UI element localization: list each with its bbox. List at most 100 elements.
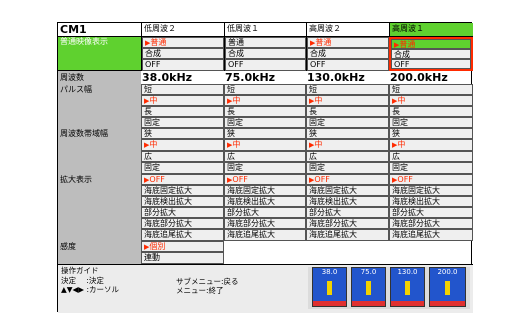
zoom-col4-partial[interactable]: 部分拡大 (389, 207, 473, 218)
zoom-col1-bottom-track[interactable]: 海底追尾拡大 (141, 229, 224, 241)
echo-fish-1 (327, 281, 332, 295)
bandwidth-col1-fixed[interactable]: 固定 (141, 162, 224, 174)
zoom-col3-off[interactable]: ▶OFF (306, 174, 389, 185)
pulse-width-col1[interactable]: 短 ▶中 長 固定 (141, 84, 224, 128)
zoom-col3-partial[interactable]: 部分拡大 (306, 207, 389, 218)
pulse-width-col1-long[interactable]: 長 (141, 106, 224, 117)
bandwidth-col3-wide[interactable]: 広 (306, 151, 389, 162)
normal-display-col2-combined[interactable]: 合成 (225, 48, 306, 59)
echo-thumb-1-label: 38.0 (313, 268, 346, 276)
zoom-col2-partial[interactable]: 部分拡大 (224, 207, 306, 218)
pulse-width-col3-short[interactable]: 短 (306, 84, 389, 95)
zoom-col1-off[interactable]: ▶OFF (141, 174, 224, 185)
normal-display-col3-normal[interactable]: ▶普通 (307, 37, 389, 48)
tab-low-freq-1[interactable]: 低周波１ (224, 23, 306, 37)
pulse-width-col3-long[interactable]: 長 (306, 106, 389, 117)
guide-sub-line-2: メニュー:終了 (176, 286, 224, 295)
zoom-col2-bottom-fixed[interactable]: 海底固定拡大 (224, 185, 306, 196)
echo-fish-4 (445, 281, 450, 295)
zoom-col4-bottom-track[interactable]: 海底追尾拡大 (389, 229, 473, 241)
bandwidth-col1[interactable]: 狭 ▶中 広 固定 (141, 128, 224, 174)
tab-high-freq-2[interactable]: 高周波２ (306, 23, 389, 37)
bandwidth-col2-fixed[interactable]: 固定 (224, 162, 306, 174)
pulse-width-col1-mid[interactable]: ▶中 (141, 95, 224, 106)
bandwidth-col4-mid[interactable]: ▶中 (389, 139, 473, 151)
zoom-col4[interactable]: ▶OFF 海底固定拡大 海底検出拡大 部分拡大 海底部分拡大 海底追尾拡大 (389, 174, 473, 241)
zoom-col1-bottom-fixed[interactable]: 海底固定拡大 (141, 185, 224, 196)
bandwidth-col2-narrow[interactable]: 狭 (224, 128, 306, 139)
zoom-col1-bottom-detect[interactable]: 海底検出拡大 (141, 196, 224, 207)
tab-low-freq-2[interactable]: 低周波２ (141, 23, 224, 37)
normal-display-col4-off[interactable]: OFF (391, 59, 471, 69)
zoom-col3-bottom-fixed[interactable]: 海底固定拡大 (306, 185, 389, 196)
pulse-width-col2-long[interactable]: 長 (224, 106, 306, 117)
zoom-col3-bottom-detect[interactable]: 海底検出拡大 (306, 196, 389, 207)
pulse-width-col4-mid[interactable]: ▶中 (389, 95, 473, 106)
zoom-col3-bottom-partial[interactable]: 海底部分拡大 (306, 218, 389, 229)
zoom-col3-bottom-track[interactable]: 海底追尾拡大 (306, 229, 389, 241)
zoom-col1-partial[interactable]: 部分拡大 (141, 207, 224, 218)
bandwidth-col1-narrow[interactable]: 狭 (141, 128, 224, 139)
zoom-col3[interactable]: ▶OFF 海底固定拡大 海底検出拡大 部分拡大 海底部分拡大 海底追尾拡大 (306, 174, 389, 241)
zoom-col4-off[interactable]: ▶OFF (389, 174, 473, 185)
zoom-col1[interactable]: ▶OFF 海底固定拡大 海底検出拡大 部分拡大 海底部分拡大 海底追尾拡大 (141, 174, 224, 241)
normal-display-col2-normal[interactable]: 普通 (225, 37, 306, 48)
pulse-width-col1-fixed[interactable]: 固定 (141, 117, 224, 128)
sensitivity-linked[interactable]: 連動 (141, 252, 224, 264)
guide-line-1: 決定 :決定 (61, 276, 131, 285)
bandwidth-col4-wide[interactable]: 広 (389, 151, 473, 162)
pulse-width-col2-mid[interactable]: ▶中 (224, 95, 306, 106)
tab-high-freq-1[interactable]: 高周波１ (389, 23, 473, 37)
normal-display-col1-combined[interactable]: 合成 (142, 48, 224, 59)
zoom-col1-bottom-partial[interactable]: 海底部分拡大 (141, 218, 224, 229)
normal-display-col3[interactable]: ▶普通 合成 OFF (306, 37, 389, 71)
pulse-width-col3-fixed[interactable]: 固定 (306, 117, 389, 128)
bandwidth-col4[interactable]: 狭 ▶中 広 固定 (389, 128, 473, 174)
pulse-width-col3-mid[interactable]: ▶中 (306, 95, 389, 106)
normal-display-col4[interactable]: ▶普通 合成 OFF (389, 37, 473, 71)
normal-display-col4-normal[interactable]: ▶普通 (391, 39, 471, 49)
pulse-width-col1-short[interactable]: 短 (141, 84, 224, 95)
normal-display-col2-off[interactable]: OFF (225, 59, 306, 71)
normal-display-col1[interactable]: ▶普通 合成 OFF (141, 37, 224, 71)
bandwidth-col2-mid[interactable]: ▶中 (224, 139, 306, 151)
pulse-width-col3[interactable]: 短 ▶中 長 固定 (306, 84, 389, 128)
bandwidth-col4-fixed[interactable]: 固定 (389, 162, 473, 174)
zoom-col4-bottom-partial[interactable]: 海底部分拡大 (389, 218, 473, 229)
bandwidth-col3-narrow[interactable]: 狭 (306, 128, 389, 139)
sensitivity-options[interactable]: ▶個別 連動 (141, 241, 224, 264)
pulse-width-col2[interactable]: 短 ▶中 長 固定 (224, 84, 306, 128)
pulse-width-col4-fixed[interactable]: 固定 (389, 117, 473, 128)
normal-display-col4-combined[interactable]: 合成 (391, 49, 471, 59)
bandwidth-col2[interactable]: 狭 ▶中 広 固定 (224, 128, 306, 174)
zoom-label: 拡大表示 (58, 174, 141, 241)
zoom-col2-bottom-track[interactable]: 海底追尾拡大 (224, 229, 306, 241)
bandwidth-col2-wide[interactable]: 広 (224, 151, 306, 162)
frequency-value-1: 38.0kHz (142, 71, 193, 84)
pulse-width-label: パルス幅 (58, 84, 141, 128)
pulse-width-col4[interactable]: 短 ▶中 長 固定 (389, 84, 473, 128)
zoom-col2[interactable]: ▶OFF 海底固定拡大 海底検出拡大 部分拡大 海底部分拡大 海底追尾拡大 (224, 174, 306, 241)
normal-display-col3-off[interactable]: OFF (307, 59, 389, 71)
bandwidth-col3-mid[interactable]: ▶中 (306, 139, 389, 151)
bandwidth-col4-narrow[interactable]: 狭 (389, 128, 473, 139)
zoom-col2-bottom-detect[interactable]: 海底検出拡大 (224, 196, 306, 207)
zoom-col4-bottom-detect[interactable]: 海底検出拡大 (389, 196, 473, 207)
echo-thumb-3-label: 130.0 (391, 268, 424, 276)
sensitivity-individual[interactable]: ▶個別 (141, 241, 224, 252)
normal-display-col1-normal[interactable]: ▶普通 (142, 37, 224, 48)
bandwidth-col3-fixed[interactable]: 固定 (306, 162, 389, 174)
bandwidth-col1-mid[interactable]: ▶中 (141, 139, 224, 151)
bandwidth-col3[interactable]: 狭 ▶中 広 固定 (306, 128, 389, 174)
zoom-col2-off[interactable]: ▶OFF (224, 174, 306, 185)
normal-display-col3-combined[interactable]: 合成 (307, 48, 389, 59)
zoom-col4-bottom-fixed[interactable]: 海底固定拡大 (389, 185, 473, 196)
normal-display-col2[interactable]: 普通 合成 OFF (224, 37, 306, 71)
pulse-width-col4-long[interactable]: 長 (389, 106, 473, 117)
bandwidth-col1-wide[interactable]: 広 (141, 151, 224, 162)
pulse-width-col2-fixed[interactable]: 固定 (224, 117, 306, 128)
zoom-col2-bottom-partial[interactable]: 海底部分拡大 (224, 218, 306, 229)
pulse-width-col2-short[interactable]: 短 (224, 84, 306, 95)
normal-display-col1-off[interactable]: OFF (142, 59, 224, 71)
pulse-width-col4-short[interactable]: 短 (389, 84, 473, 95)
